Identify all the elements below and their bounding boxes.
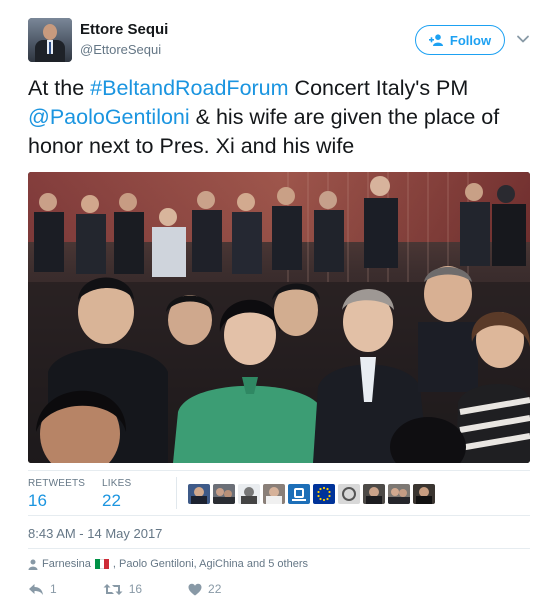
tweet-photo[interactable] — [28, 172, 530, 463]
tweet-text: At the #BeltandRoadForum Concert Italy's… — [28, 74, 538, 161]
liker-avatar[interactable] — [413, 484, 435, 504]
liker-avatar[interactable] — [263, 484, 285, 504]
context-farnesina[interactable]: Farnesina — [42, 558, 91, 570]
liker-avatar[interactable] — [288, 484, 310, 504]
tweet-text-prefix: At the — [28, 76, 91, 100]
tweet-timestamp[interactable]: 8:43 AM - 14 May 2017 — [28, 526, 162, 541]
tweet-text-middle: Concert Italy's PM — [288, 76, 469, 100]
follow-label: Follow — [449, 32, 492, 48]
context-others[interactable]: , Paolo Gentiloni, AgiChina and 5 others — [113, 558, 308, 570]
retweet-icon — [103, 583, 123, 595]
tweet-context: Farnesina , Paolo Gentiloni, AgiChina an… — [28, 556, 308, 572]
like-count: 22 — [208, 582, 222, 596]
likes-label: LIKES — [102, 478, 132, 489]
italy-flag-icon — [94, 559, 109, 569]
author-name[interactable]: Ettore Sequi — [80, 21, 168, 38]
tweet-header: Ettore Sequi @EttoreSequi Follow — [28, 18, 538, 64]
liker-avatar[interactable] — [338, 484, 360, 504]
tweet-stats: RETWEETS 16 LIKES 22 — [28, 472, 530, 514]
liker-avatar[interactable] — [363, 484, 385, 504]
stats-divider — [176, 477, 177, 509]
like-button[interactable]: 22 — [188, 582, 221, 596]
heart-icon — [188, 583, 202, 595]
author-handle[interactable]: @EttoreSequi — [80, 42, 161, 57]
liker-avatars — [188, 484, 435, 504]
retweets-count[interactable]: 16 — [28, 491, 47, 511]
add-user-icon — [428, 34, 443, 46]
mention-link[interactable]: @PaoloGentiloni — [28, 105, 190, 129]
divider — [28, 470, 530, 471]
liker-avatar[interactable] — [188, 484, 210, 504]
divider — [28, 548, 530, 549]
chevron-down-icon[interactable] — [516, 32, 530, 46]
reply-icon — [29, 583, 43, 595]
tweet-actions: 1 16 22 — [28, 580, 251, 598]
liker-avatar[interactable] — [388, 484, 410, 504]
author-avatar[interactable] — [28, 18, 72, 62]
reply-button[interactable]: 1 — [28, 582, 57, 596]
follow-button[interactable]: Follow — [415, 25, 505, 55]
hashtag-link[interactable]: #BeltandRoadForum — [90, 76, 288, 100]
eu-flag-avatar[interactable] — [313, 484, 335, 504]
likes-count[interactable]: 22 — [102, 491, 121, 511]
retweet-count: 16 — [128, 582, 143, 596]
person-icon — [28, 559, 38, 570]
reply-count: 1 — [50, 582, 57, 596]
liker-avatar[interactable] — [213, 484, 235, 504]
divider — [28, 515, 530, 516]
retweet-button[interactable]: 16 — [103, 582, 142, 596]
retweets-label: RETWEETS — [28, 478, 86, 489]
liker-avatar[interactable] — [238, 484, 260, 504]
